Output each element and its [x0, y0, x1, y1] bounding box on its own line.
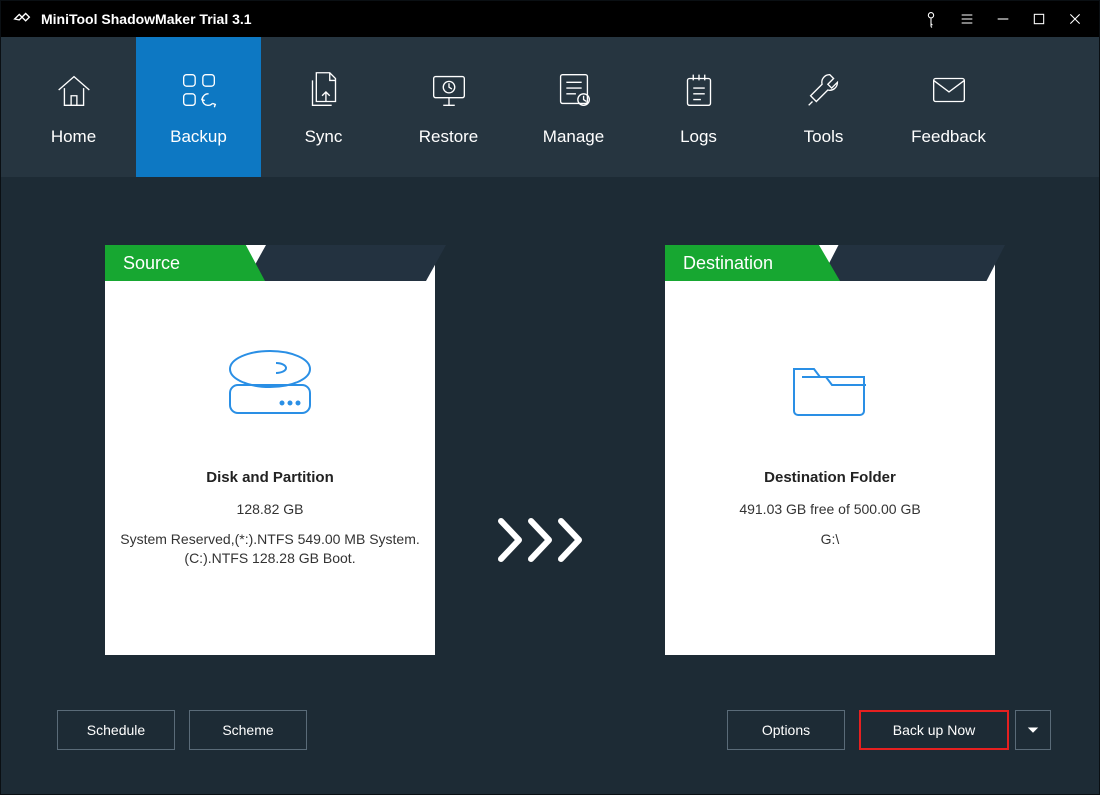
app-logo-icon	[11, 8, 33, 30]
nav-label: Home	[51, 127, 96, 147]
destination-header: Destination	[665, 245, 840, 281]
destination-header-bg	[820, 245, 1005, 281]
schedule-button[interactable]: Schedule	[57, 710, 175, 750]
nav-home[interactable]: Home	[11, 37, 136, 177]
nav-label: Tools	[804, 127, 844, 147]
close-button[interactable]	[1057, 1, 1093, 37]
source-header-bg	[246, 245, 446, 281]
main-nav: Home Backup Sync Restore Manage Logs Too…	[1, 37, 1099, 177]
scheme-button[interactable]: Scheme	[189, 710, 307, 750]
disk-icon	[220, 339, 320, 429]
nav-label: Sync	[305, 127, 343, 147]
nav-label: Manage	[543, 127, 604, 147]
chevron-down-icon	[1027, 724, 1039, 736]
nav-label: Feedback	[911, 127, 986, 147]
nav-backup[interactable]: Backup	[136, 37, 261, 177]
main-content: Source Disk and Partition 128.82 GB Syst…	[1, 177, 1099, 684]
maximize-button[interactable]	[1021, 1, 1057, 37]
nav-feedback[interactable]: Feedback	[886, 37, 1011, 177]
source-detail-2: (C:).NTFS 128.28 GB Boot.	[172, 549, 367, 569]
source-header: Source	[105, 245, 265, 281]
titlebar: MiniTool ShadowMaker Trial 3.1	[1, 1, 1099, 37]
bottom-bar: Schedule Scheme Options Back up Now	[1, 684, 1099, 794]
source-title: Disk and Partition	[206, 469, 334, 486]
arrows-icon	[495, 515, 605, 570]
nav-label: Restore	[419, 127, 479, 147]
minimize-button[interactable]	[985, 1, 1021, 37]
destination-card[interactable]: Destination Destination Folder 491.03 GB…	[665, 245, 995, 655]
nav-tools[interactable]: Tools	[761, 37, 886, 177]
source-detail-1: System Reserved,(*:).NTFS 549.00 MB Syst…	[108, 530, 432, 550]
backup-now-button[interactable]: Back up Now	[859, 710, 1009, 750]
destination-title: Destination Folder	[764, 469, 896, 486]
nav-restore[interactable]: Restore	[386, 37, 511, 177]
nav-label: Logs	[680, 127, 717, 147]
backup-dropdown-button[interactable]	[1015, 710, 1051, 750]
nav-logs[interactable]: Logs	[636, 37, 761, 177]
nav-sync[interactable]: Sync	[261, 37, 386, 177]
options-button[interactable]: Options	[727, 710, 845, 750]
source-card[interactable]: Source Disk and Partition 128.82 GB Syst…	[105, 245, 435, 655]
nav-label: Backup	[170, 127, 227, 147]
source-size: 128.82 GB	[225, 500, 316, 520]
destination-free: 491.03 GB free of 500.00 GB	[727, 500, 932, 520]
app-title: MiniTool ShadowMaker Trial 3.1	[41, 11, 252, 27]
destination-path: G:\	[809, 530, 852, 550]
nav-manage[interactable]: Manage	[511, 37, 636, 177]
menu-icon[interactable]	[949, 1, 985, 37]
key-icon[interactable]	[913, 1, 949, 37]
folder-icon	[780, 339, 880, 429]
